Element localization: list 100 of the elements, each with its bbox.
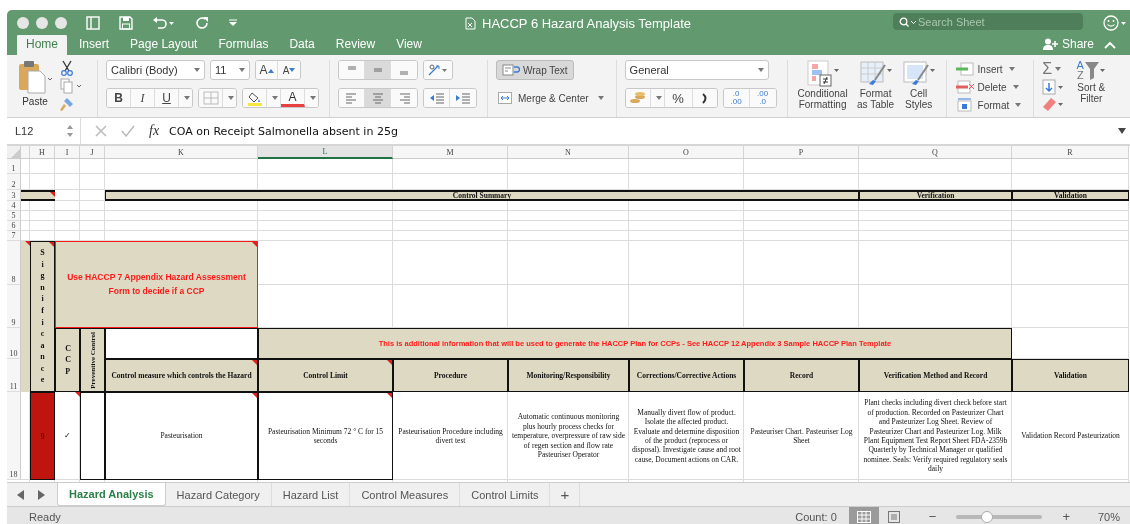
row-header[interactable]: 18 [7,392,21,480]
vertical-align-button[interactable] [365,61,391,79]
cell-format-icon [954,98,975,112]
row-header[interactable]: 7 [7,231,21,241]
row-header[interactable]: 10 [7,328,21,359]
cell-brush-icon [901,60,936,88]
scissors-icon[interactable] [59,60,75,76]
checkmark-icon[interactable] [121,125,135,137]
sort-letters: A Z [1076,60,1084,80]
column-header[interactable]: L [258,146,393,159]
format-as-table-button[interactable]: Format as Table [853,60,898,110]
row-header[interactable]: 2 [7,174,21,190]
clipboard-icon[interactable] [17,60,53,94]
coins-icon [628,91,647,105]
horizontal-align-button[interactable] [339,89,365,107]
column-header[interactable]: M [393,146,508,159]
instruction-note: Use HACCP 7 Appendix Hazard Assessment Form to decide if a CCP [55,241,258,328]
sheet-tab[interactable]: Hazard Analysis [57,483,166,506]
smiley-icon[interactable] [1103,15,1127,31]
column-header[interactable]: P [744,146,859,159]
zoom-out-button[interactable]: − [928,509,937,524]
caret-icon [757,68,764,72]
horizontal-align-button[interactable] [365,89,391,107]
zoom-window-button[interactable] [55,16,67,29]
column-header[interactable]: J [80,146,105,159]
formula-field[interactable]: COA on Receipt Salmonella absent in 25g [169,124,1118,138]
next-sheet-icon[interactable] [37,489,45,500]
function-label[interactable]: fx [149,123,160,139]
row-header[interactable]: 9 [7,285,21,328]
font-size-dropdown[interactable]: 11 [210,60,250,80]
delete-cells-button[interactable]: Delete [954,78,1022,96]
search-icon [899,17,917,27]
column-header[interactable] [21,146,30,159]
cell-styles-button[interactable]: Cell Styles [901,60,936,110]
expand-formula-bar-icon[interactable] [1118,128,1126,134]
ribbon-tab[interactable]: Home [17,34,67,55]
minimize-window-button[interactable] [36,16,48,29]
caret-icon [1008,67,1015,71]
column-header[interactable]: O [629,146,744,159]
ccp-heading: CCP [55,328,80,392]
comment-indicator-icon [50,192,55,197]
undo-icon[interactable] [152,15,176,30]
select-all-corner[interactable] [7,146,21,159]
conditional-formatting-button[interactable]: Conditional Formatting [795,60,850,110]
increase-font-size-button[interactable]: A [256,61,278,79]
caret-icon [597,96,604,100]
caret-icon [239,68,245,72]
font-color-button[interactable]: A [281,89,305,107]
wrap-text-button[interactable]: Wrap Text [496,60,574,80]
zoom-slider-thumb[interactable] [981,510,994,523]
caret-icon [655,96,662,100]
paintbrush-icon[interactable] [59,96,75,112]
paste-label[interactable]: Paste [22,96,48,107]
fill-color-button[interactable] [243,89,267,107]
sort-and-filter-button[interactable]: A Z Sort & Filter [1072,60,1111,117]
previous-sheet-icon[interactable] [17,489,25,500]
normal-view-button[interactable] [848,507,879,524]
decrease-indent-button[interactable] [424,89,450,107]
autosum-button[interactable]: Σ [1042,60,1065,78]
column-header[interactable]: R [1012,146,1129,159]
search-field[interactable]: Search Sheet [893,13,1083,30]
vertical-align-button[interactable] [339,61,365,79]
align-center-icon [370,92,385,104]
align-right-icon [397,92,411,104]
cancel-icon[interactable] [95,125,107,137]
name-box[interactable]: L12 [7,118,81,144]
redo-icon[interactable] [195,15,209,30]
row-header[interactable]: 1 [7,159,21,174]
table-brush-icon [858,60,893,88]
row-header[interactable]: 8 [7,241,21,285]
row-header[interactable]: 11 [7,359,21,392]
merge-and-center-button[interactable]: Merge & Center [496,88,606,108]
comma-icon [700,92,709,104]
format-cells-button[interactable]: Format [954,96,1022,114]
paint-bucket-icon [246,90,263,106]
close-window-button[interactable] [17,16,29,29]
fill-down-icon[interactable] [1042,79,1065,95]
insert-cells-button[interactable]: Insert [954,60,1022,78]
borders-icon [202,91,219,105]
collapse-ribbon-icon[interactable] [1104,41,1116,49]
font-name-dropdown[interactable]: Calibri (Body) [106,60,205,80]
column-header[interactable]: Q [859,146,1012,159]
orientation-button[interactable] [424,61,452,79]
customize-toolbar-icon[interactable] [228,17,238,28]
column-header[interactable]: K [105,146,258,159]
zoom-in-button[interactable]: + [1062,509,1070,524]
column-header[interactable]: H [30,146,55,159]
corner-triangle-icon [11,149,20,158]
increase-decimal-button[interactable]: .0 .00 [723,89,750,107]
column-header[interactable]: I [55,146,80,159]
currency-button[interactable] [625,89,651,107]
delete-row-icon [954,80,975,94]
comment-indicator-icon [387,393,392,398]
column-header[interactable]: N [508,146,629,159]
number-format-dropdown[interactable]: General [624,60,769,80]
bold-button[interactable]: B [107,89,131,107]
eraser-icon[interactable] [1042,96,1065,112]
save-icon[interactable] [119,15,133,30]
outdent-icon [428,92,445,104]
sidebar-icon[interactable] [86,15,100,30]
